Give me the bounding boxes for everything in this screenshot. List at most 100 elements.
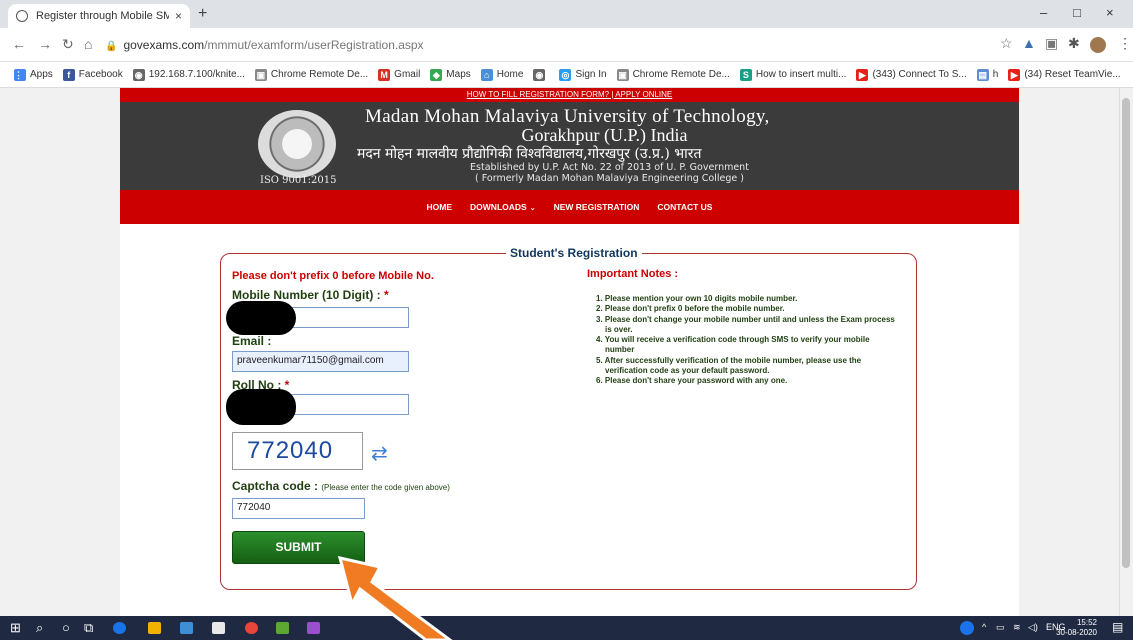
- bookmark-item[interactable]: ▶ (343) Connect To S...: [856, 68, 967, 81]
- puzzle-icon[interactable]: ✱: [1068, 35, 1080, 52]
- nav-downloads-label: DOWNLOADS: [470, 202, 527, 212]
- notes-title: Important Notes :: [587, 268, 679, 280]
- site-nav: HOME DOWNLOADS ⌄ NEW REGISTRATION CONTACT…: [120, 190, 1019, 224]
- bookmark-label: Home: [496, 69, 524, 80]
- bookmark-label: Gmail: [394, 69, 421, 80]
- back-icon[interactable]: ←: [12, 36, 26, 52]
- refresh-captcha-icon[interactable]: ⇄: [371, 441, 388, 466]
- battery-icon[interactable]: ▭: [996, 622, 1005, 633]
- bookmark-item[interactable]: S How to insert multi...: [739, 68, 847, 81]
- bookmark-label: Chrome Remote De...: [632, 69, 730, 80]
- bookmark-label: Facebook: [78, 69, 123, 80]
- store-icon[interactable]: [180, 622, 193, 634]
- address-bar-row: ← → ↻ ⌂ 🔒 govexams.com/mmmut/examform/use…: [0, 28, 1133, 62]
- nav-downloads[interactable]: DOWNLOADS ⌄: [470, 202, 536, 212]
- bookmark-item[interactable]: ◉: [533, 68, 549, 81]
- tab-close-button[interactable]: ×: [175, 9, 182, 23]
- registration-help-link[interactable]: HOW TO FILL REGISTRATION FORM? | APPLY O…: [467, 90, 673, 99]
- bookmark-label: (34) Reset TeamVie...: [1024, 69, 1121, 80]
- bookmark-item[interactable]: f Facebook: [62, 68, 123, 81]
- bookmark-item[interactable]: ◎ Sign In: [559, 68, 607, 81]
- forward-icon[interactable]: →: [38, 36, 52, 52]
- note-item: 2. Please don't prefix 0 before the mobi…: [596, 304, 785, 314]
- required-mark: *: [384, 288, 389, 302]
- bookmark-item[interactable]: ◉ 192.168.7.100/knite...: [132, 68, 245, 81]
- globe-icon: [16, 10, 28, 22]
- bookmark-icon: ⌂: [480, 68, 493, 81]
- tray-chevron-icon[interactable]: ^: [982, 622, 986, 632]
- menu-icon[interactable]: ⋮: [1118, 35, 1132, 52]
- url-path: /mmmut/examform/userRegistration.aspx: [204, 38, 424, 52]
- bookmark-item[interactable]: ▤ h: [976, 68, 999, 81]
- redaction: [226, 389, 296, 425]
- bookmark-icon: f: [62, 68, 75, 81]
- site-container: HOW TO FILL REGISTRATION FORM? | APPLY O…: [120, 88, 1019, 616]
- bookmark-label: 192.168.7.100/knite...: [148, 69, 245, 80]
- captcha-label-text: Captcha code :: [232, 479, 322, 493]
- address-bar[interactable]: 🔒 govexams.com/mmmut/examform/userRegistr…: [105, 38, 424, 52]
- bookmark-icon: ▶: [856, 68, 869, 81]
- reload-icon[interactable]: ↻: [62, 36, 74, 53]
- bookmark-icon: ▶: [1008, 68, 1021, 81]
- clock-date: 30-08-2020: [1056, 628, 1097, 637]
- bookmark-label: Maps: [446, 69, 471, 80]
- bookmark-item[interactable]: ◆ Maps: [430, 68, 471, 81]
- app-icon[interactable]: [276, 622, 289, 634]
- wifi-icon[interactable]: ≋: [1013, 622, 1021, 633]
- clock[interactable]: 15:52 30-08-2020: [1056, 618, 1097, 638]
- help-icon[interactable]: [960, 621, 974, 635]
- captcha-input[interactable]: 772040: [232, 498, 365, 519]
- new-tab-button[interactable]: +: [198, 5, 207, 23]
- close-window-button[interactable]: ×: [1106, 5, 1114, 20]
- bookmark-icon: ◉: [533, 68, 546, 81]
- bookmark-item[interactable]: ▣ Chrome Remote De...: [254, 68, 368, 81]
- cortana-icon[interactable]: ○: [62, 620, 70, 635]
- nav-contact-us[interactable]: CONTACT US: [657, 202, 712, 212]
- windows-taskbar: ⊞ ⌕ ○ ⧉ ^ ▭ ≋ ◁) ENG 15:52 30-08-2020 ▤: [0, 616, 1133, 640]
- email-input[interactable]: praveenkumar71150@gmail.com: [232, 351, 409, 372]
- search-icon[interactable]: ⌕: [36, 620, 43, 636]
- edge-icon[interactable]: [113, 622, 126, 634]
- profile-avatar[interactable]: [1090, 37, 1106, 53]
- nav-home[interactable]: HOME: [427, 202, 453, 212]
- bookmark-label: Sign In: [575, 69, 607, 80]
- extension-icon[interactable]: ▲: [1022, 35, 1036, 51]
- minimize-button[interactable]: –: [1040, 5, 1047, 20]
- url-domain: govexams.com: [123, 38, 205, 52]
- bookmark-label: h: [992, 69, 999, 80]
- file-explorer-icon[interactable]: [148, 622, 161, 634]
- maximize-button[interactable]: □: [1073, 5, 1081, 20]
- windows-start-icon[interactable]: ⊞: [10, 620, 21, 636]
- registration-form: Student's Registration Please don't pref…: [220, 246, 917, 590]
- bookmark-item[interactable]: ⌂ Home: [480, 68, 524, 81]
- mail-icon[interactable]: [212, 622, 225, 634]
- task-view-icon[interactable]: ⧉: [84, 620, 93, 636]
- bookmark-item[interactable]: M Gmail: [378, 68, 421, 81]
- top-link-bar: HOW TO FILL REGISTRATION FORM? | APPLY O…: [120, 88, 1019, 102]
- extension-icon[interactable]: ▣: [1045, 35, 1058, 52]
- chrome-icon[interactable]: [245, 622, 258, 634]
- captcha-label: Captcha code : (Please enter the code gi…: [232, 479, 450, 493]
- scrollbar[interactable]: [1119, 88, 1133, 616]
- browser-tab[interactable]: Register through Mobile SMS. ×: [8, 4, 190, 28]
- bookmark-item[interactable]: ▣ Chrome Remote De...: [616, 68, 730, 81]
- university-location: Gorakhpur (U.P.) India: [521, 125, 688, 145]
- captcha-hint: (Please enter the code given above): [321, 483, 450, 492]
- home-icon[interactable]: ⌂: [84, 36, 92, 52]
- note-item: 1. Please mention your own 10 digits mob…: [596, 294, 798, 303]
- notification-icon[interactable]: ▤: [1112, 620, 1123, 634]
- university-name-hindi: मदन मोहन मालवीय प्रौद्योगिकी विश्वविद्या…: [357, 146, 702, 162]
- formerly-line: ( Formerly Madan Mohan Malaviya Engineer…: [475, 173, 744, 184]
- submit-button[interactable]: SUBMIT: [232, 531, 365, 564]
- star-icon[interactable]: ☆: [1000, 35, 1013, 52]
- bookmark-item[interactable]: ⋮⋮ Apps: [14, 68, 53, 81]
- nav-new-registration[interactable]: NEW REGISTRATION: [554, 202, 640, 212]
- form-legend: Student's Registration: [506, 246, 642, 260]
- bookmark-label: How to insert multi...: [755, 69, 847, 80]
- scrollbar-thumb[interactable]: [1122, 98, 1130, 568]
- bookmark-icon: ◆: [430, 68, 443, 81]
- bookmark-item[interactable]: ▶ (34) Reset TeamVie...: [1008, 68, 1121, 81]
- bookmark-label: (343) Connect To S...: [872, 69, 967, 80]
- visual-studio-icon[interactable]: [307, 622, 320, 634]
- volume-icon[interactable]: ◁): [1028, 622, 1038, 633]
